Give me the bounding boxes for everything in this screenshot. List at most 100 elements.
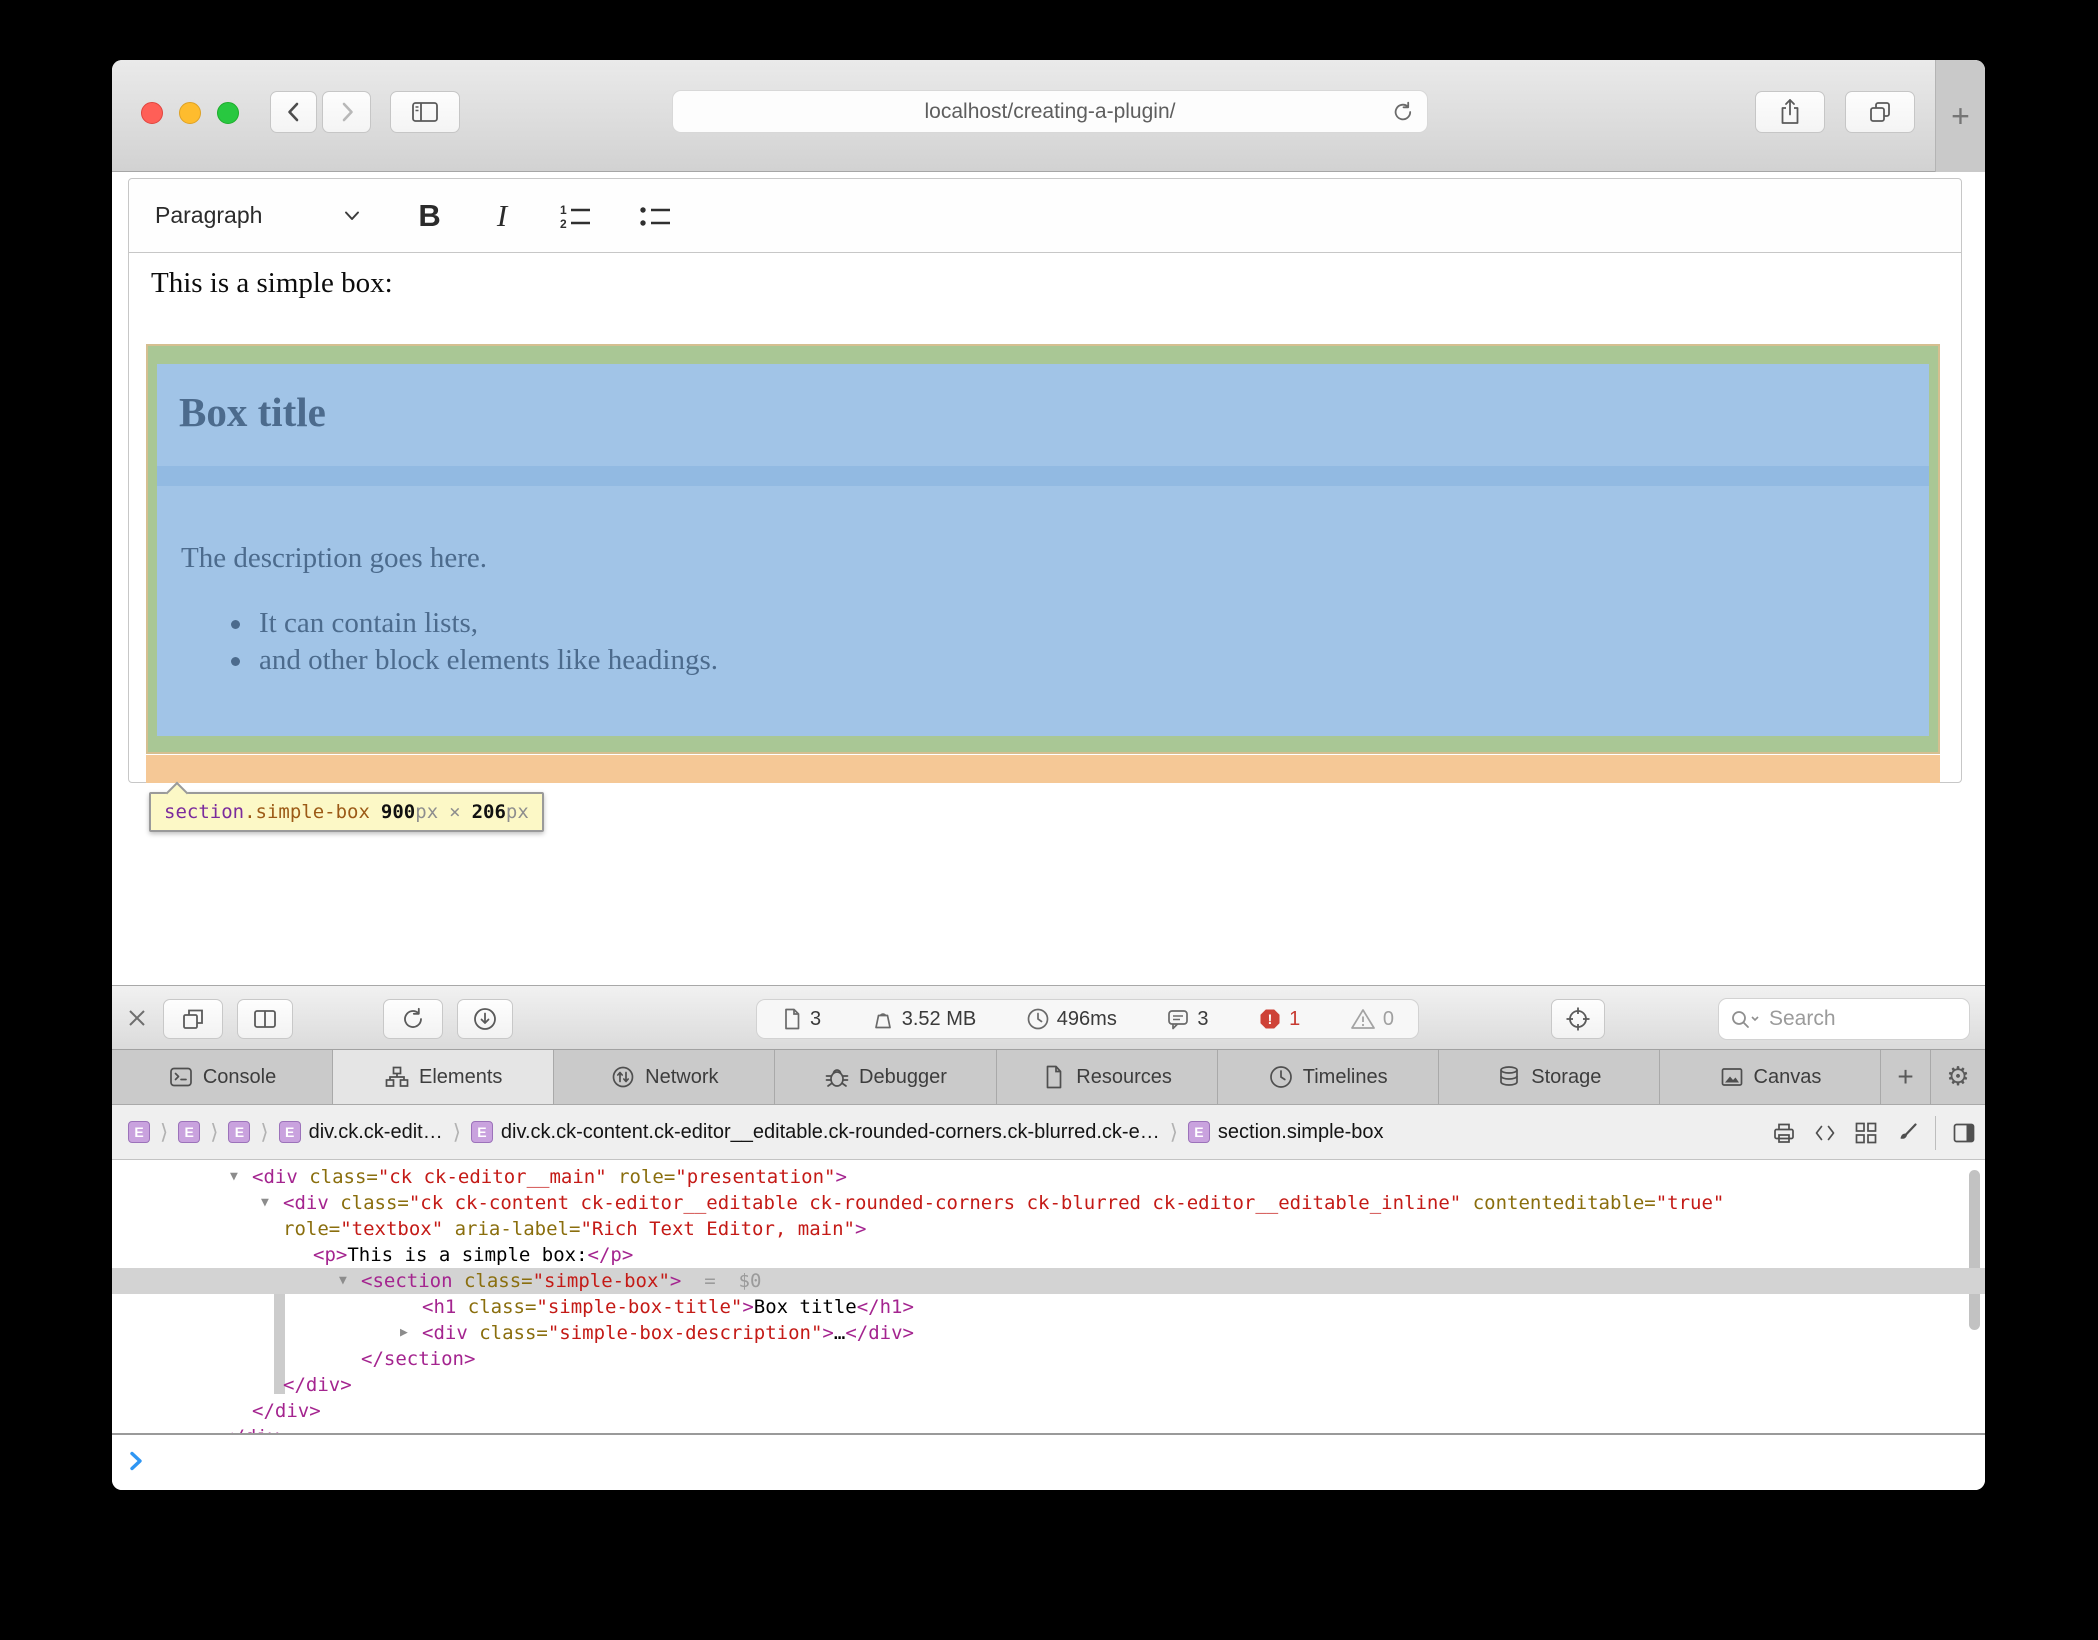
paintbrush-icon[interactable] bbox=[1894, 1120, 1920, 1146]
close-devtools-button[interactable] bbox=[126, 1007, 148, 1029]
breadcrumb-editable[interactable]: E div.ck.ck-content.ck-editor__editable.… bbox=[471, 1121, 1160, 1144]
forward-button[interactable] bbox=[322, 91, 371, 133]
dom-tree-row[interactable]: ▼<div class="ck ck-content ck-editor__ed… bbox=[112, 1190, 1985, 1216]
dom-tree-row[interactable]: </section> bbox=[112, 1346, 1985, 1372]
devtools-tab-bar: Console Elements Network Debugger Resour… bbox=[112, 1050, 1985, 1105]
minimize-window-button[interactable] bbox=[179, 102, 201, 124]
crosshair-icon bbox=[1564, 1005, 1592, 1033]
details-sidebar-icon[interactable] bbox=[1951, 1120, 1977, 1146]
breadcrumb-simple-box[interactable]: E section.simple-box bbox=[1188, 1121, 1384, 1144]
tab-elements[interactable]: Elements bbox=[333, 1050, 554, 1104]
breadcrumb-ancestor[interactable]: E bbox=[228, 1121, 250, 1143]
back-button[interactable] bbox=[270, 91, 317, 133]
element-picker-button[interactable] bbox=[1551, 999, 1605, 1039]
syntax-token-tag: </div> bbox=[283, 1374, 352, 1396]
grid-overlay-icon[interactable] bbox=[1853, 1120, 1879, 1146]
svg-text:2: 2 bbox=[560, 217, 567, 230]
settings-gear-icon[interactable]: ⚙ bbox=[1931, 1050, 1985, 1104]
split-view-button[interactable] bbox=[237, 999, 293, 1039]
syntax-token-val: "textbox" bbox=[340, 1218, 443, 1240]
dom-tree-row[interactable]: </div bbox=[112, 1424, 1985, 1433]
reload-page-button[interactable] bbox=[383, 999, 443, 1039]
dom-tree-row[interactable]: </div> bbox=[112, 1372, 1985, 1398]
breadcrumb-editor-main[interactable]: E div.ck.ck-edit… bbox=[279, 1121, 443, 1144]
disclosure-triangle-icon[interactable]: ▼ bbox=[261, 1190, 269, 1216]
zoom-window-button[interactable] bbox=[217, 102, 239, 124]
tab-storage[interactable]: Storage bbox=[1439, 1050, 1660, 1104]
share-button[interactable] bbox=[1755, 91, 1825, 133]
document-count-badge[interactable]: 3 bbox=[781, 1007, 821, 1031]
disclosure-triangle-icon[interactable]: ▼ bbox=[339, 1268, 347, 1294]
inner-margin-highlight bbox=[157, 466, 1929, 486]
editor-toolbar: Paragraph B I 12 bbox=[129, 179, 1961, 253]
transfer-size-badge[interactable]: 3.52 MB bbox=[871, 1007, 976, 1031]
paragraph-dropdown-label: Paragraph bbox=[155, 202, 262, 229]
tab-console[interactable]: Console bbox=[112, 1050, 333, 1104]
close-window-button[interactable] bbox=[141, 102, 163, 124]
dom-tree-row[interactable]: ▶<div class="simple-box-description">…</… bbox=[112, 1320, 1985, 1346]
download-button[interactable] bbox=[457, 999, 513, 1039]
dom-tree-row[interactable]: <h1 class="simple-box-title">Box title</… bbox=[112, 1294, 1985, 1320]
url-bar[interactable]: localhost/creating-a-plugin/ bbox=[672, 90, 1428, 133]
error-count-badge[interactable]: ! 1 bbox=[1258, 1007, 1300, 1031]
devtools-toolbar: 3 3.52 MB 496ms 3 ! 1 0 bbox=[112, 985, 1985, 1050]
search-input[interactable]: Search bbox=[1718, 998, 1970, 1040]
dock-windows-icon bbox=[180, 1006, 206, 1032]
syntax-token-tag: </div> bbox=[252, 1400, 321, 1422]
element-badge: E bbox=[471, 1121, 493, 1143]
tab-canvas[interactable]: Canvas bbox=[1660, 1050, 1881, 1104]
disclosure-triangle-icon[interactable]: ▼ bbox=[230, 1164, 238, 1190]
tab-label: Resources bbox=[1076, 1066, 1172, 1089]
syntax-token-val: "simple-box-title" bbox=[536, 1296, 742, 1318]
editor-content[interactable]: This is a simple box: Box title The desc… bbox=[129, 254, 1961, 782]
dom-tree-row[interactable]: <p>This is a simple box:</p> bbox=[112, 1242, 1985, 1268]
transfer-size: 3.52 MB bbox=[902, 1008, 976, 1031]
canvas-image-icon bbox=[1719, 1064, 1745, 1090]
breadcrumb-ancestor[interactable]: E bbox=[178, 1121, 200, 1143]
breadcrumb-label: section.simple-box bbox=[1218, 1121, 1384, 1144]
disclosure-triangle-icon[interactable]: ▶ bbox=[400, 1320, 408, 1346]
breadcrumb-ancestor[interactable]: E bbox=[128, 1121, 150, 1143]
italic-button[interactable]: I bbox=[491, 197, 513, 235]
numbered-list-button[interactable]: 12 bbox=[557, 202, 593, 230]
tab-label: Console bbox=[203, 1066, 276, 1089]
dom-tree-row[interactable]: ▼<div class="ck ck-editor__main" role="p… bbox=[112, 1164, 1985, 1190]
syntax-token-tag: <p> bbox=[313, 1244, 347, 1266]
syntax-token-meta: = $0 bbox=[681, 1270, 761, 1292]
share-icon bbox=[1777, 97, 1803, 127]
bold-button[interactable]: B bbox=[412, 197, 446, 235]
page-content: Paragraph B I 12 This is a simple box: bbox=[112, 173, 1985, 985]
tab-network[interactable]: Network bbox=[554, 1050, 775, 1104]
syntax-token-tag: </h1> bbox=[857, 1296, 914, 1318]
warning-icon bbox=[1350, 1007, 1376, 1031]
tab-debugger[interactable]: Debugger bbox=[775, 1050, 996, 1104]
console-messages-badge[interactable]: 3 bbox=[1166, 1007, 1208, 1031]
warning-count-badge[interactable]: 0 bbox=[1350, 1007, 1394, 1031]
tab-timelines[interactable]: Timelines bbox=[1218, 1050, 1439, 1104]
search-icon bbox=[1729, 1008, 1763, 1030]
element-badge: E bbox=[228, 1121, 250, 1143]
safari-window: localhost/creating-a-plugin/ + Paragraph bbox=[112, 60, 1985, 1490]
tab-overview-button[interactable] bbox=[1845, 91, 1915, 133]
tooltip-unit: px bbox=[415, 801, 438, 823]
tab-resources[interactable]: Resources bbox=[997, 1050, 1218, 1104]
dock-side-button[interactable] bbox=[163, 999, 223, 1039]
syntax-token-plain bbox=[298, 1166, 309, 1188]
dom-tree-row-selected[interactable]: ▼<section class="simple-box"> = $0 bbox=[112, 1268, 1985, 1294]
tab-label: Debugger bbox=[859, 1066, 947, 1089]
bulleted-list-button[interactable] bbox=[637, 202, 673, 230]
add-tab-button[interactable]: + bbox=[1881, 1050, 1931, 1104]
new-tab-button[interactable]: + bbox=[1935, 60, 1985, 172]
load-time-badge[interactable]: 496ms bbox=[1026, 1007, 1117, 1031]
dom-tree-row[interactable]: </div> bbox=[112, 1398, 1985, 1424]
paragraph-dropdown[interactable]: Paragraph bbox=[155, 202, 362, 229]
reload-icon[interactable] bbox=[1391, 100, 1415, 129]
print-icon[interactable] bbox=[1771, 1120, 1797, 1146]
quick-console[interactable] bbox=[112, 1433, 1985, 1490]
code-brackets-icon[interactable] bbox=[1812, 1120, 1838, 1146]
dom-tree-row[interactable]: role="textbox" aria-label="Rich Text Edi… bbox=[112, 1216, 1985, 1242]
breadcrumb-separator: ⟩ bbox=[160, 1120, 168, 1144]
breadcrumb-separator: ⟩ bbox=[260, 1120, 268, 1144]
sidebar-toggle-button[interactable] bbox=[390, 91, 460, 133]
split-pane-icon bbox=[252, 1006, 278, 1032]
